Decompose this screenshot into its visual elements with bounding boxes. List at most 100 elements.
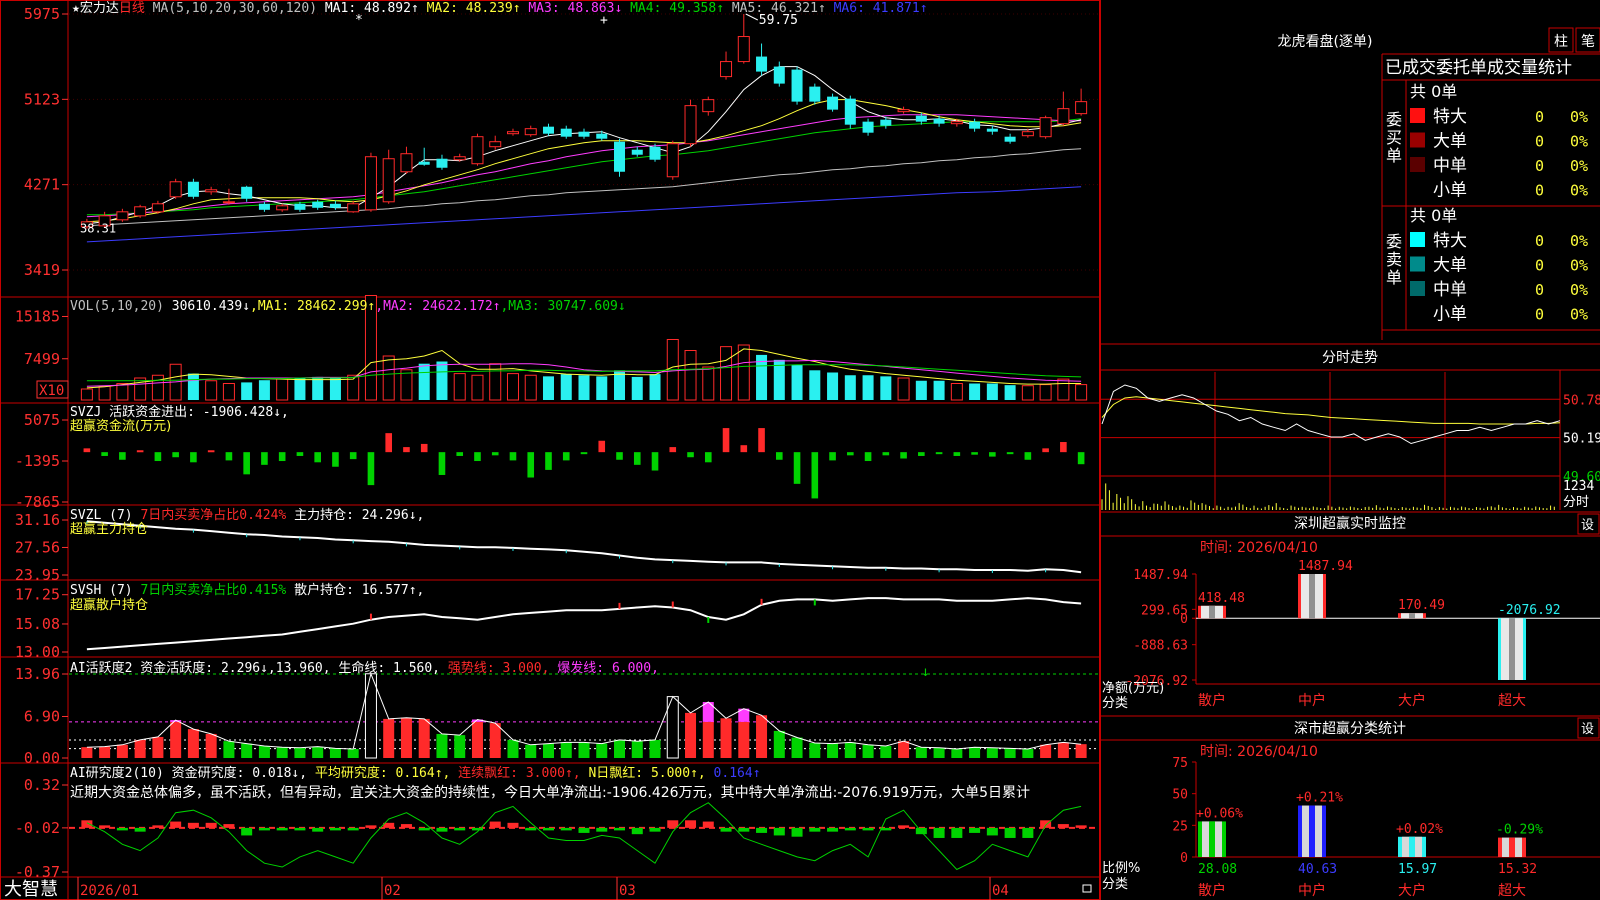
- research-bar: [1057, 824, 1069, 828]
- lhb-side-label: 委: [1386, 232, 1402, 251]
- svzl-title-part: 7日内买卖净占比0.424%: [133, 507, 287, 523]
- volume-bar-down: [560, 374, 572, 400]
- y-tick-label: 17.25: [15, 586, 60, 604]
- fund-flow-bar: [278, 452, 286, 462]
- activity-bar: [418, 718, 430, 758]
- activity-bar-outline: [364, 673, 377, 759]
- activity-bar: [844, 742, 856, 758]
- stock-chart-canvas[interactable]: 597551234271341959.7538.31★宏力达日线 MA(5,10…: [0, 0, 1100, 900]
- svzj-subtitle: 超赢资金流(万元): [70, 418, 171, 434]
- szmon-bar-value: 1487.94: [1298, 559, 1353, 574]
- buy-row-name: 大单: [1433, 132, 1467, 152]
- activity-bar: [99, 746, 111, 758]
- sell-row-pct: 0%: [1570, 281, 1588, 299]
- buy-legend-swatch: [1410, 157, 1425, 172]
- research-bar: [702, 821, 714, 828]
- intraday-avg-line: [1101, 396, 1561, 425]
- app-logo: 大智慧: [4, 879, 58, 900]
- candle-down: [986, 128, 998, 132]
- activity-bar: [596, 743, 608, 758]
- szmon-bar-shade: [1309, 574, 1315, 619]
- volume-bar-up: [222, 383, 235, 401]
- volume-bar-up: [400, 369, 413, 401]
- research-bar: [631, 827, 643, 835]
- lock-icon: [1082, 884, 1092, 893]
- x-tick-label: 04: [992, 883, 1009, 899]
- fund-flow-bar: [491, 452, 499, 456]
- research-bar: [844, 827, 856, 831]
- candle-down: [329, 203, 341, 208]
- szmon-y-label: 0: [1180, 612, 1188, 627]
- retail-holding-line: [86, 597, 1082, 651]
- sell-legend-swatch: [1410, 281, 1425, 296]
- volume-title-part: ,MA1: 28462.299↑: [250, 299, 375, 314]
- volume-bar-down: [187, 373, 199, 400]
- szcls-bar-stripe: [1309, 805, 1315, 857]
- research-bar: [81, 820, 93, 828]
- fund-flow-bar: [527, 452, 535, 478]
- research-bar: [489, 821, 501, 828]
- szmon-bar-shade: [1509, 618, 1515, 680]
- main-title-part: 日线: [119, 1, 145, 16]
- sell-row-count: 0: [1535, 232, 1544, 250]
- szcls-x-label: 超大: [1498, 883, 1526, 899]
- fund-flow-bar: [154, 452, 162, 462]
- lhb-tab-text: 已成交委托单成交量统计: [1385, 58, 1572, 78]
- fund-flow-bar: [456, 452, 464, 456]
- research-bar: [720, 827, 732, 832]
- fund-flow-bar: [935, 452, 943, 455]
- szmon-x-label: 中户: [1298, 692, 1326, 709]
- y-tick-label: 7499: [24, 350, 60, 368]
- candle-down: [436, 158, 448, 168]
- volume-bar-down: [312, 376, 324, 400]
- y-tick-label: 0.32: [24, 776, 60, 794]
- candle-down: [614, 141, 626, 172]
- candle-up: [524, 128, 537, 136]
- activity-bar: [756, 715, 768, 758]
- candle-down: [880, 119, 892, 126]
- volume-bar-up: [950, 383, 963, 401]
- kline-chart-area[interactable]: 5975 5123 4271 3419 59.75 38.31 ★宏力达日线 MA(5,10…: [0, 0, 1100, 900]
- candle-down: [915, 115, 927, 122]
- intraday-title: 分时走势: [1322, 350, 1378, 366]
- lhb-side-label: 卖: [1386, 250, 1402, 269]
- fund-flow-bar: [687, 452, 694, 458]
- activity-bar: [347, 748, 359, 758]
- activity-bar: [205, 733, 217, 758]
- szmon-time: 时间: 2026/04/10: [1200, 540, 1318, 556]
- fund-flow-bar: [83, 448, 91, 453]
- sell-row-count: 0: [1535, 281, 1544, 299]
- szmon-xlabel: 分类: [1102, 696, 1128, 711]
- fund-flow-bar: [633, 452, 641, 465]
- fund-flow-bar: [314, 452, 321, 463]
- fund-flow-bar: [989, 452, 996, 457]
- y-tick-label: 0.00: [24, 749, 60, 767]
- activity-bar: [1040, 744, 1052, 758]
- szmon-title: 深圳超赢实时监控: [1294, 515, 1406, 532]
- fund-flow-bar: [580, 452, 588, 455]
- research-bar: [294, 827, 306, 831]
- sell-row-count: 0: [1535, 306, 1544, 324]
- activity-bar: [915, 747, 927, 758]
- candle-down: [756, 56, 768, 72]
- activity-bar: [471, 721, 483, 758]
- candle-down: [578, 131, 590, 137]
- svsh-title-part: SVSH (7): [70, 583, 133, 598]
- volume-unit-label: X10: [39, 383, 64, 399]
- candle-down: [844, 98, 856, 125]
- intraday-unit-label: 分时: [1563, 495, 1589, 510]
- ai-research-title-part: 0.164↑: [706, 766, 761, 781]
- research-bar: [205, 822, 217, 828]
- szmon-x-label: 超大: [1498, 693, 1526, 709]
- candle-up: [364, 156, 377, 211]
- activity-bar: [170, 721, 182, 758]
- research-bar: [986, 827, 998, 836]
- lhb-side-label: 买: [1386, 128, 1402, 147]
- y-tick-label: 4271: [24, 176, 60, 194]
- fund-flow-bar: [829, 452, 836, 461]
- volume-bar-down: [1004, 385, 1016, 400]
- fund-flow-bar: [669, 447, 677, 453]
- activity-bar: [312, 746, 324, 758]
- sell-row-name: 中单: [1433, 280, 1467, 300]
- activity-bar: [773, 730, 785, 758]
